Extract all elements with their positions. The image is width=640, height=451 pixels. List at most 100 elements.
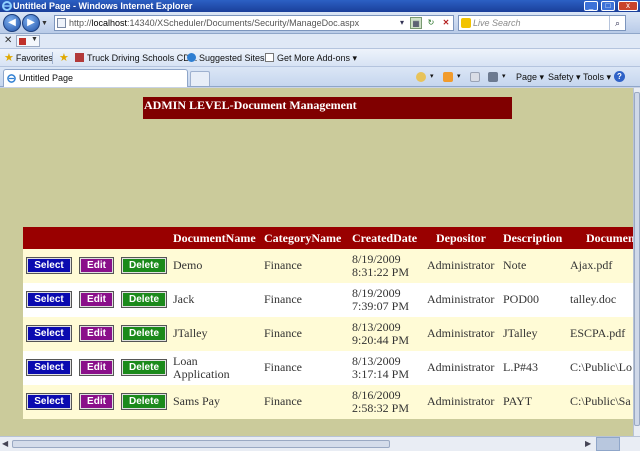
maximize-button[interactable]: □ — [601, 1, 615, 11]
created-time: 8:31:22 PM — [352, 265, 410, 279]
ie-logo-icon — [2, 1, 12, 11]
edit-button[interactable]: Edit — [79, 393, 114, 410]
document-name-cell: Sams Pay — [173, 395, 220, 408]
vertical-scrollbar[interactable] — [633, 88, 640, 436]
depositor-cell: Administrator — [427, 292, 495, 306]
document-name-line2: Application — [173, 367, 230, 381]
fav-truck-driving[interactable]: Truck Driving Schools CD... — [75, 49, 197, 67]
search-placeholder: Live Search — [473, 18, 521, 28]
created-date: 8/16/2009 — [352, 388, 401, 402]
divider — [52, 52, 53, 64]
created-time: 2:58:32 PM — [352, 401, 410, 415]
created-date-cell: 8/13/2009 9:20:44 PM — [352, 321, 409, 347]
delete-button[interactable]: Delete — [121, 359, 167, 376]
tab-label: Untitled Page — [19, 73, 74, 83]
horizontal-scroll-thumb[interactable] — [12, 440, 390, 448]
document-cell: ESCPA.pdf — [570, 326, 626, 340]
addon-icon — [19, 38, 26, 45]
ie-page-icon — [7, 74, 16, 83]
select-button[interactable]: Select — [26, 393, 72, 410]
history-dropdown-icon[interactable]: ▼ — [41, 20, 48, 27]
address-bar[interactable]: http://localhost:14340/XScheduler/Docume… — [54, 15, 454, 31]
secondary-toolbar: ✕ ▼ — [0, 34, 640, 49]
table-row: Select Edit Delete Jack Finance 8/19/2009 7:39… — [23, 283, 633, 317]
read-mail-icon[interactable] — [470, 72, 480, 82]
site-icon — [75, 53, 84, 62]
document-name-cell: Demo — [173, 259, 202, 272]
col-category-name[interactable]: CategoryName — [264, 231, 341, 246]
fav-label: Get More Add-ons ▾ — [277, 53, 358, 63]
zoom-control[interactable] — [596, 437, 620, 451]
add-favorite-icon[interactable]: ★ — [59, 49, 71, 67]
close-button[interactable]: x — [618, 1, 638, 11]
description-cell: Note — [503, 258, 527, 272]
fav-get-addons[interactable]: Get More Add-ons ▾ — [265, 49, 357, 67]
col-created-date[interactable]: CreatedDate — [352, 231, 417, 246]
col-description[interactable]: Description — [503, 231, 562, 246]
created-time: 3:17:14 PM — [352, 367, 410, 381]
delete-button[interactable]: Delete — [121, 325, 167, 342]
select-button[interactable]: Select — [26, 325, 72, 342]
forward-button[interactable]: ▶ — [22, 14, 40, 32]
col-document-name[interactable]: DocumentName — [173, 231, 256, 246]
document-name-line1: JTalley — [173, 326, 208, 340]
edit-button[interactable]: Edit — [79, 325, 114, 342]
search-icon[interactable]: ⌕ — [609, 16, 625, 30]
favorites-label: Favorites — [15, 53, 53, 63]
print-dropdown-icon[interactable]: ▾ — [502, 67, 506, 87]
stop-icon[interactable]: ✕ — [440, 17, 452, 29]
scroll-left-icon[interactable]: ◀ — [2, 439, 8, 448]
select-button[interactable]: Select — [26, 359, 72, 376]
created-date-cell: 8/19/2009 7:39:07 PM — [352, 287, 409, 313]
close-toolbar-icon[interactable]: ✕ — [4, 35, 12, 46]
edit-button[interactable]: Edit — [79, 257, 114, 274]
select-button[interactable]: Select — [26, 291, 72, 308]
home-dropdown-icon[interactable]: ▾ — [430, 67, 434, 87]
search-box[interactable]: Live Search ⌕ — [458, 15, 626, 31]
refresh-icon[interactable]: ↻ — [425, 17, 437, 29]
col-depositor[interactable]: Depositor — [436, 231, 486, 246]
print-icon[interactable] — [488, 72, 498, 82]
vertical-scroll-thumb[interactable] — [634, 92, 640, 426]
document-name-line1: Loan — [173, 354, 198, 368]
scroll-right-icon[interactable]: ▶ — [585, 439, 591, 448]
favorites-button[interactable]: ★ Favorites — [4, 49, 53, 67]
col-document[interactable]: Documen — [586, 231, 633, 246]
document-name-line1: Jack — [173, 292, 195, 306]
compatibility-icon[interactable]: ▦ — [410, 17, 422, 29]
chevron-down-icon: ▼ — [31, 36, 38, 43]
delete-button[interactable]: Delete — [121, 291, 167, 308]
toolbar-addon-button[interactable]: ▼ — [16, 35, 40, 47]
help-icon[interactable]: ? — [614, 71, 625, 82]
address-dropdown-icon[interactable]: ▾ — [396, 17, 408, 29]
feeds-dropdown-icon[interactable]: ▾ — [457, 67, 461, 87]
tab-untitled-page[interactable]: Untitled Page — [3, 69, 188, 87]
home-icon[interactable] — [416, 72, 426, 82]
minimize-button[interactable]: _ — [584, 1, 598, 11]
new-tab-button[interactable] — [190, 71, 210, 86]
created-date-cell: 8/16/2009 2:58:32 PM — [352, 389, 409, 415]
category-cell: Finance — [264, 326, 302, 340]
edit-button[interactable]: Edit — [79, 359, 114, 376]
table-row: Select Edit Delete Sams Pay Finance 8/16/2009… — [23, 385, 633, 419]
safety-menu[interactable]: Safety ▾ — [548, 67, 581, 87]
delete-button[interactable]: Delete — [121, 257, 167, 274]
document-name-cell: Loan Application — [173, 355, 230, 381]
delete-button[interactable]: Delete — [121, 393, 167, 410]
document-name-line1: Sams Pay — [173, 394, 221, 408]
tools-menu[interactable]: Tools ▾ — [583, 67, 611, 87]
edit-button[interactable]: Edit — [79, 291, 114, 308]
fav-suggested-sites[interactable]: Suggested Sites ▾ — [187, 49, 272, 67]
feeds-icon[interactable] — [443, 72, 453, 82]
url-path: :14340/XScheduler/Documents/Security/Man… — [127, 18, 360, 28]
tab-bar: Untitled Page ▾ ▾ ▾ Page ▾ Safety ▾ Tool… — [0, 67, 640, 87]
horizontal-scrollbar[interactable]: ◀ ▶ — [0, 436, 640, 451]
back-button[interactable]: ◀ — [3, 14, 21, 32]
table-row: Select Edit Delete JTalley Finance 8/13/2009 9… — [23, 317, 633, 351]
created-date: 8/13/2009 — [352, 354, 401, 368]
depositor-cell: Administrator — [427, 360, 495, 374]
select-button[interactable]: Select — [26, 257, 72, 274]
description-cell: L.P#43 — [503, 360, 539, 374]
page-menu[interactable]: Page ▾ — [516, 67, 544, 87]
document-cell: C:\Public\Lo — [570, 360, 633, 374]
